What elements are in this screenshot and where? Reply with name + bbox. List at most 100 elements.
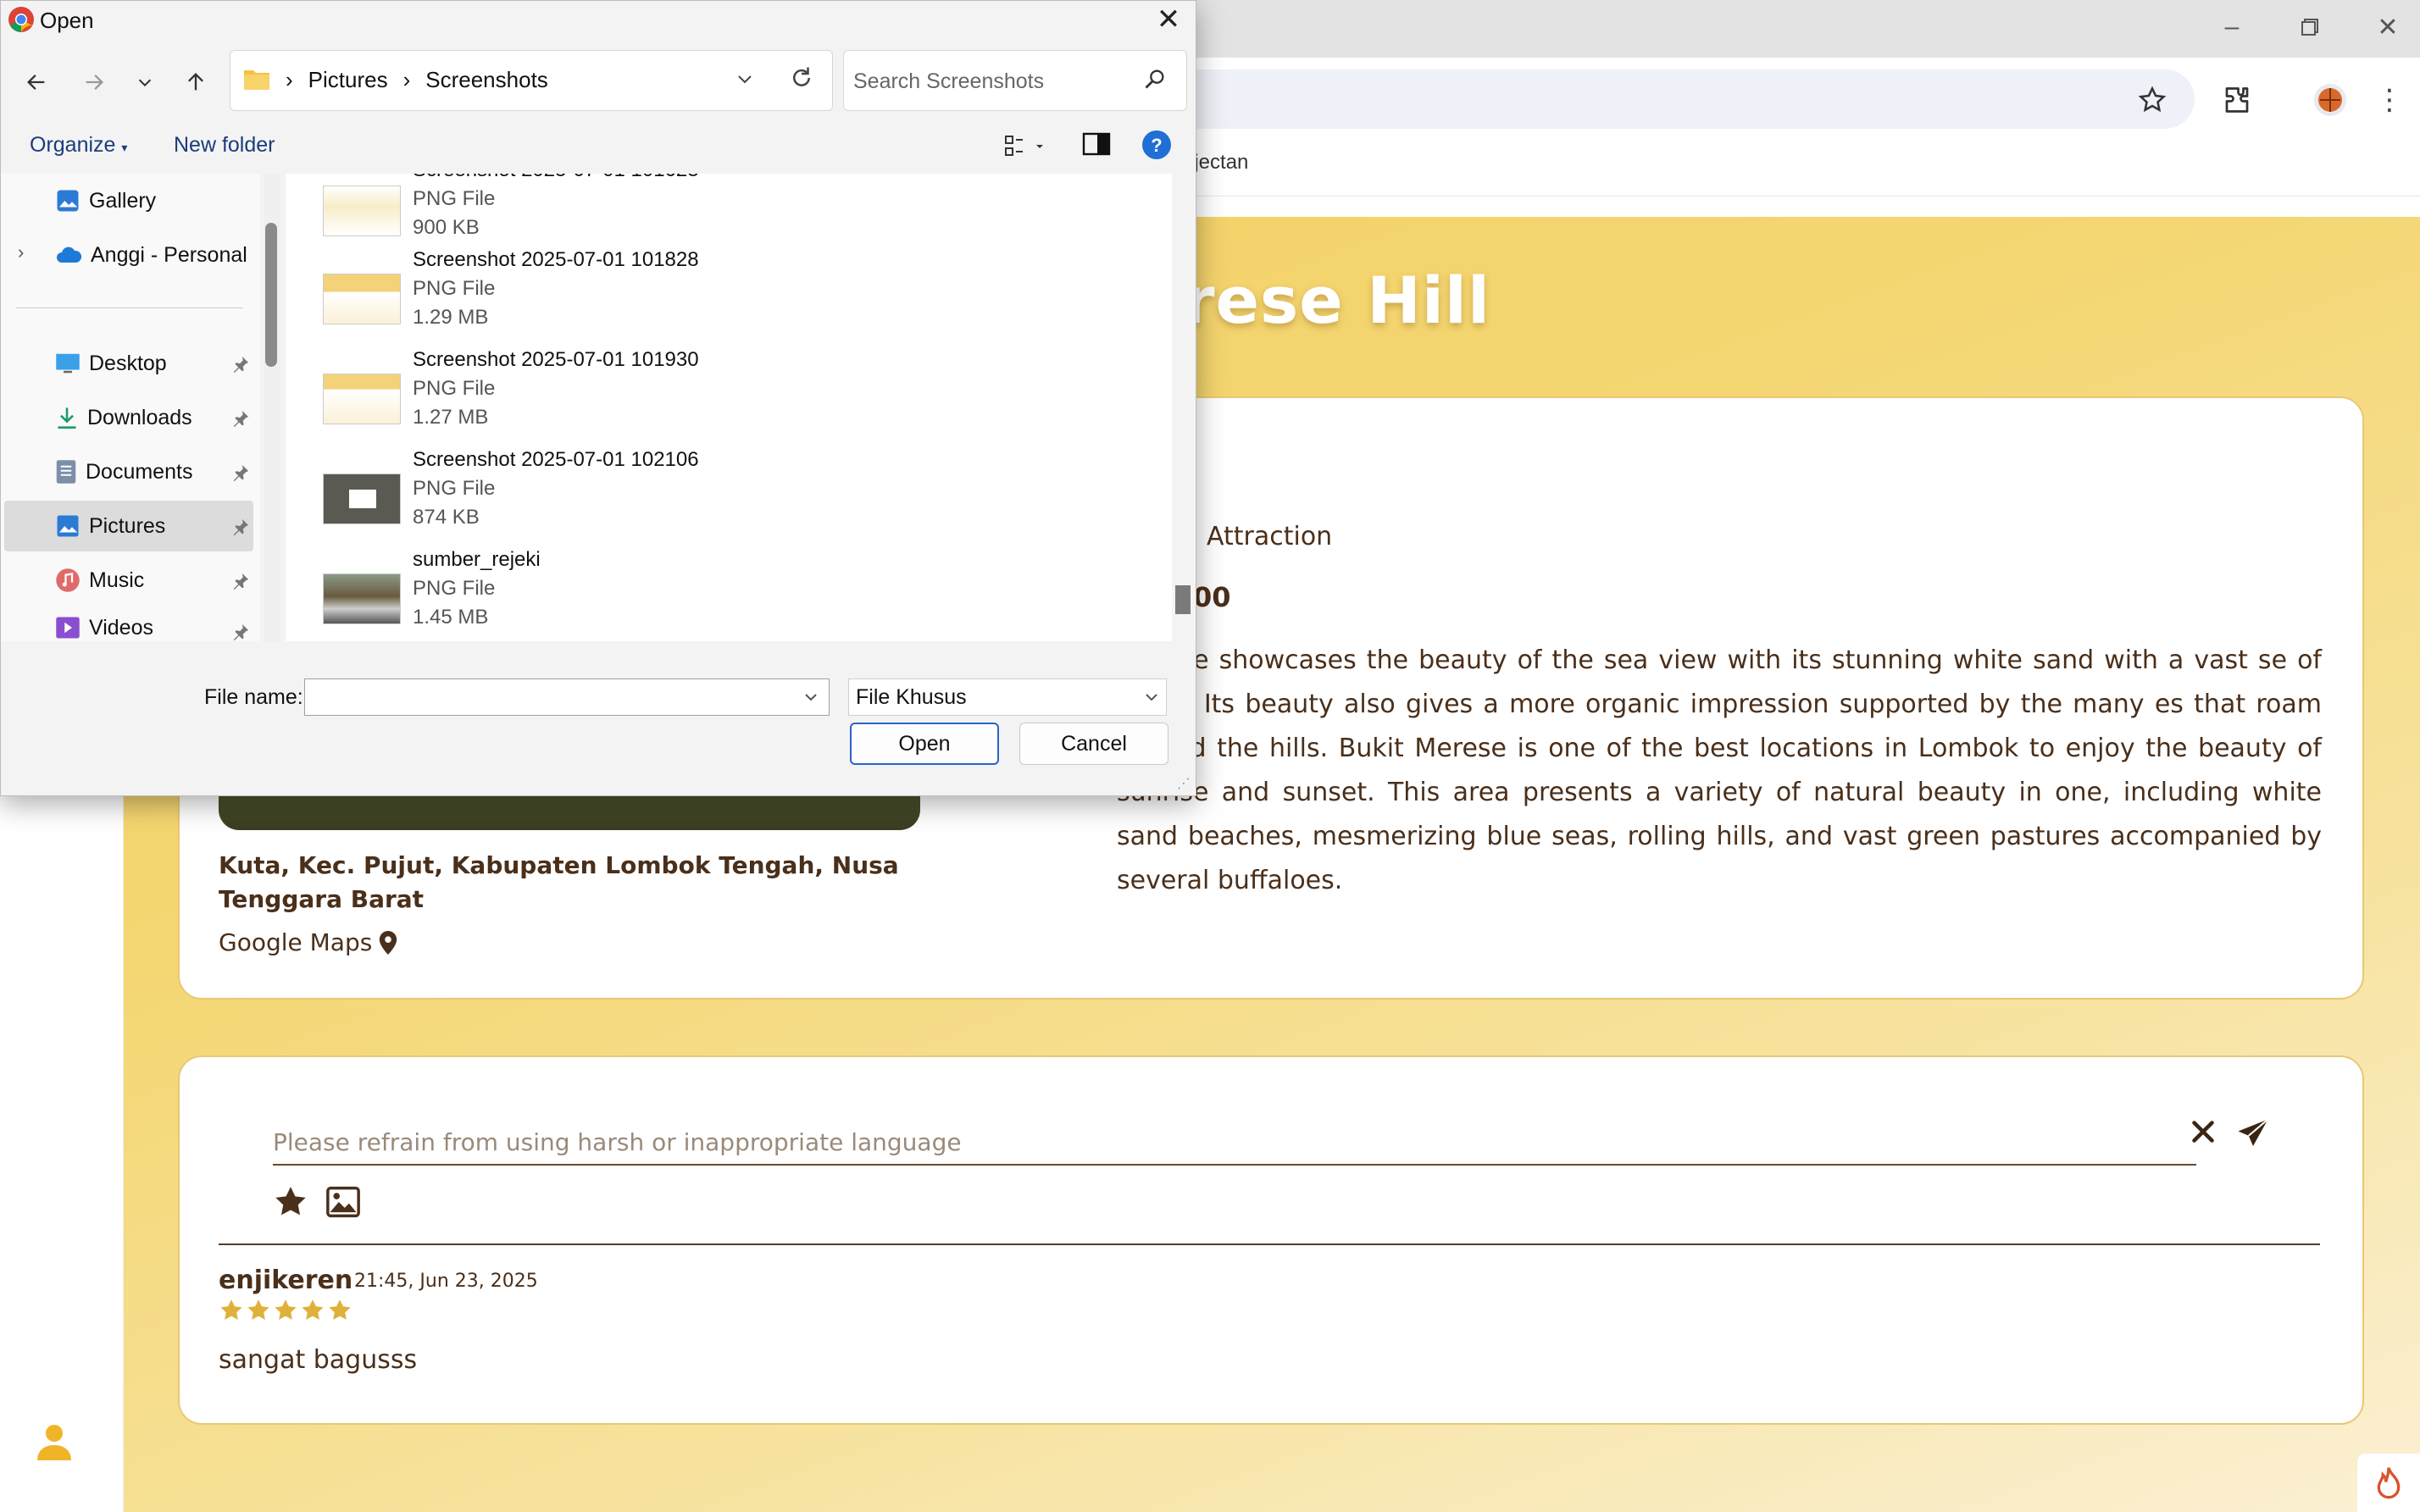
up-arrow-icon[interactable] [179,65,213,99]
menu-kebab-icon[interactable]: ⋮ [2373,81,2406,119]
map-pin-icon [380,930,397,955]
minimize-icon[interactable]: – [2193,0,2271,54]
address-history-chevron-icon[interactable] [735,69,760,94]
pin-icon[interactable] [231,518,250,536]
organize-menu[interactable]: Organize ▾ [30,133,127,158]
breadcrumb-screenshots[interactable]: Screenshots [425,67,548,93]
file-type: PNG File [413,577,496,600]
file-thumbnail [323,573,401,624]
file-type-dropdown-icon[interactable] [1141,687,1162,707]
gallery-icon [57,190,79,212]
destination-address: Kuta, Kec. Pujut, Kabupaten Lombok Tenga… [219,851,899,913]
pin-icon[interactable] [231,572,250,590]
view-options-icon[interactable] [1002,131,1053,162]
breadcrumb-separator-icon: › [286,67,293,92]
resize-grip-icon[interactable]: ⋰ [1177,775,1194,792]
destination-description: Merese showcases the beauty of the sea v… [1117,645,2322,895]
cancel-button[interactable]: Cancel [1019,723,1168,765]
chrome-logo-icon [8,6,35,33]
review-username: enjikeren [219,1266,353,1295]
new-folder-button[interactable]: New folder [174,133,275,158]
folder-icon [243,67,270,91]
address-bar[interactable] [1102,69,2195,129]
expand-chevron-icon[interactable]: › [18,241,24,263]
file-name: Screenshot 2025-07-01 101930 [413,348,699,371]
pin-icon[interactable] [231,623,250,641]
image-upload-icon[interactable] [325,1186,361,1218]
back-arrow-icon[interactable] [19,65,53,99]
file-type: PNG File [413,277,496,300]
user-icon[interactable] [34,1421,75,1462]
nav-music[interactable]: Music [55,560,144,601]
pin-icon[interactable] [231,355,250,374]
file-type: PNG File [413,377,496,400]
nav-videos[interactable]: Videos [55,614,153,641]
comment-input[interactable] [273,1120,2196,1166]
file-type: PNG File [413,187,496,210]
documents-icon [56,460,76,484]
file-list-scrollbar-thumb[interactable] [1175,585,1191,614]
breadcrumb-pictures[interactable]: Pictures [308,67,388,93]
file-size: 1.27 MB [413,406,489,429]
file-name-input[interactable] [304,678,830,716]
nav-label: Anggi - Personal [91,242,247,267]
file-type-select[interactable]: File Khusus [848,678,1167,716]
preview-pane-icon[interactable] [1082,131,1116,162]
nav-gallery[interactable]: Gallery [55,180,156,221]
dialog-close-icon[interactable]: ✕ [1152,3,1185,36]
pin-icon[interactable] [231,409,250,428]
window-close-icon[interactable]: ✕ [2349,0,2420,54]
videos-icon [56,617,80,639]
nav-desktop[interactable]: Desktop [55,343,167,384]
file-name: Screenshot 2025-07-01 101623 [413,174,699,182]
pin-icon[interactable] [231,463,250,482]
extensions-icon[interactable] [2218,81,2256,119]
nav-downloads[interactable]: Downloads [55,397,192,438]
file-thumbnail [323,274,401,324]
review-card [178,1055,2364,1425]
nav-pictures[interactable]: Pictures [55,506,165,546]
bookmark-star-icon[interactable] [2134,81,2171,119]
open-button[interactable]: Open [850,723,999,765]
search-input[interactable] [853,65,1133,97]
file-thumbnail [323,186,401,236]
file-size: 1.29 MB [413,306,489,329]
file-list-scrollbar[interactable] [1172,174,1196,641]
review-timestamp: 21:45, Jun 23, 2025 [354,1271,538,1292]
file-item[interactable]: sumber_rejeki PNG File 1.45 MB [323,548,967,641]
file-size: 900 KB [413,216,480,239]
file-item[interactable]: Screenshot 2025-07-01 101828 PNG File 1.… [323,248,967,348]
nav-documents[interactable]: Documents [55,451,192,492]
open-file-dialog: Open ✕ › Pictures › Screenshots Organize… [0,0,1196,796]
recent-locations-chevron-icon[interactable] [128,65,162,99]
file-name-dropdown-icon[interactable] [801,687,821,707]
file-item[interactable]: Screenshot 2025-07-01 102106 PNG File 87… [323,448,967,548]
destination-category: Attraction [1207,522,1333,551]
review-text: sangat bagusss [219,1345,418,1375]
fire-icon[interactable] [2357,1454,2420,1512]
profile-avatar[interactable] [2312,81,2349,119]
nav-scrollbar-thumb[interactable] [265,223,277,367]
nav-onedrive[interactable]: Anggi - Personal [55,235,247,275]
nav-divider [16,307,243,308]
organize-label: Organize [30,133,116,157]
music-icon [56,568,80,592]
forward-arrow-icon[interactable] [77,65,111,99]
nav-label: Documents [86,459,193,484]
google-maps-link[interactable]: Google Maps [219,928,397,956]
breadcrumb-separator-icon: › [402,67,411,92]
rating-star-icon[interactable] [273,1184,308,1220]
review-star-icon [329,1299,351,1320]
restore-icon[interactable] [2271,0,2349,54]
send-icon[interactable] [2235,1116,2271,1152]
dropdown-caret-icon: ▾ [121,141,128,154]
help-icon[interactable]: ? [1141,130,1174,162]
nav-label: Downloads [87,405,192,429]
refresh-icon[interactable] [789,65,818,94]
file-item[interactable]: Screenshot 2025-07-01 101930 PNG File 1.… [323,348,967,448]
clear-icon[interactable] [2188,1116,2218,1147]
file-item[interactable]: Screenshot 2025-07-01 101623 PNG File 90… [323,174,967,243]
search-icon[interactable] [1143,67,1170,94]
review-star-icon [302,1299,324,1320]
dialog-title: Open [40,8,94,33]
